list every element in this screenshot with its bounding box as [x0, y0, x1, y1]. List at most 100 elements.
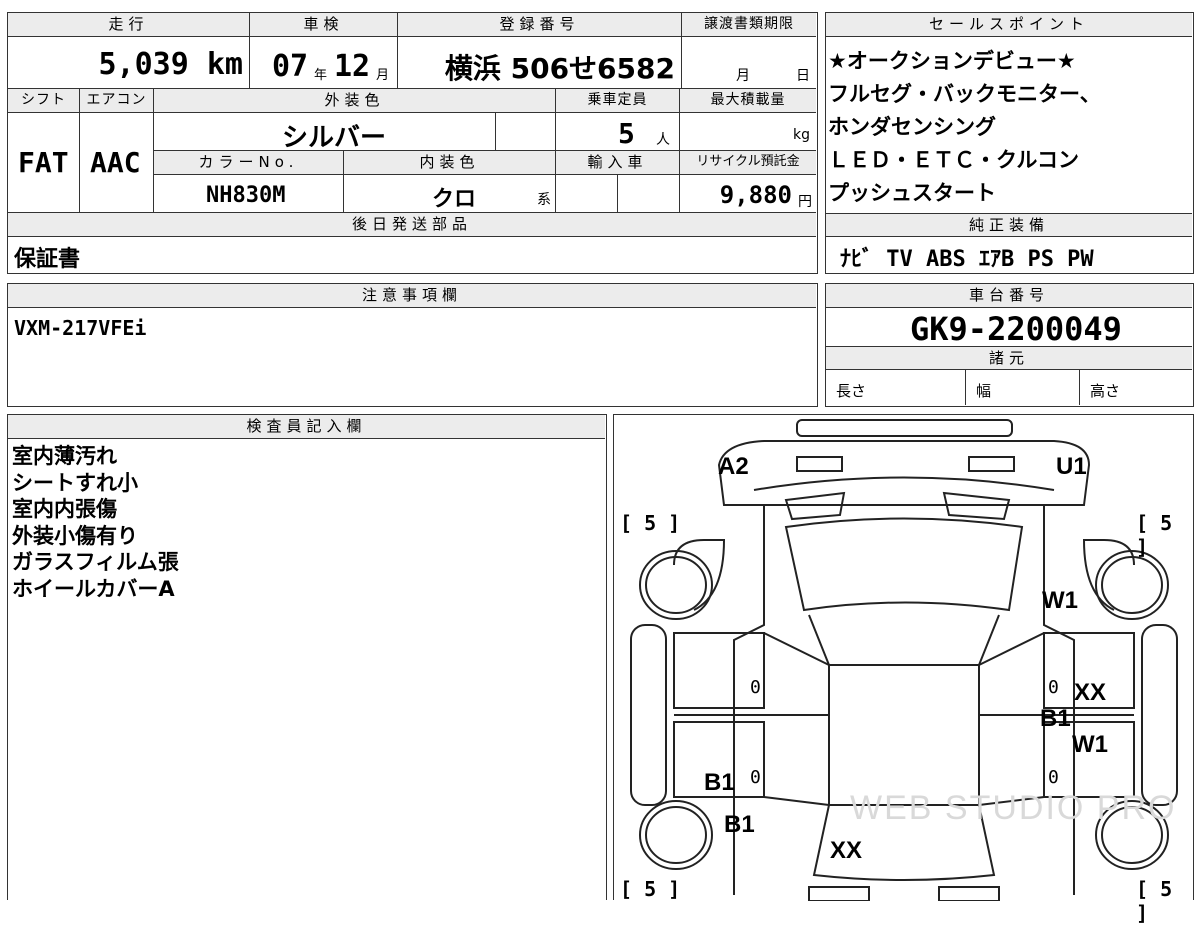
windshield	[784, 517, 1024, 612]
front-right-tire-inner	[1101, 556, 1163, 614]
zero-marker: 0	[750, 677, 761, 698]
spec-height-label: 高さ	[1090, 382, 1121, 400]
shaken-year: 07	[272, 49, 309, 84]
capacity-cell: 5 人	[556, 113, 680, 151]
mark-a2: A2	[718, 453, 749, 480]
mark-u1: U1	[1056, 453, 1087, 480]
zero-marker: 0	[750, 767, 761, 788]
spec-width-label: 幅	[976, 382, 992, 400]
car-diagram-box: [ 5 ] [ 5 ] [ 5 ] [ 5 ] A2 U1 W1 XX B1 W…	[613, 414, 1194, 925]
front-grille	[753, 476, 1055, 491]
left-c-pillar	[763, 796, 830, 806]
recycle-value: 9,880	[719, 181, 792, 209]
inspector-line: シートすれ小	[12, 470, 138, 495]
roof-panel	[828, 664, 980, 806]
right-side-sill	[1141, 624, 1178, 806]
shaken-cell: 07 年 12 月	[250, 37, 398, 89]
spec-width-cell: 幅	[966, 370, 1080, 405]
capacity-value: 5	[618, 117, 635, 150]
exterior-color-extra-cell	[496, 113, 556, 151]
mark-b1-left-b: B1	[724, 811, 755, 838]
mark-b1-left-a: B1	[704, 769, 735, 796]
notes-header: 注意事項欄	[8, 284, 816, 308]
watermark: WEB STUDIO PRO	[850, 789, 1177, 827]
aircon-value: AAC	[90, 146, 141, 179]
color-no-header: カラーNo.	[154, 151, 344, 175]
left-headlight	[796, 456, 843, 472]
mark-w1-upper: W1	[1042, 587, 1078, 614]
tire-label-rear-left: [ 5 ]	[620, 877, 681, 901]
mark-w1-right: W1	[1072, 731, 1108, 758]
zero-marker: 0	[1048, 767, 1059, 788]
max-load-header: 最大積載量	[680, 89, 816, 113]
rear-bumper-right	[938, 886, 1000, 901]
tire-label-front-right: [ 5 ]	[1136, 511, 1173, 559]
later-parts-value: 保証書	[14, 247, 81, 272]
max-load-unit: kg	[793, 127, 810, 143]
recycle-cell: 9,880 円	[680, 175, 816, 213]
later-parts-header: 後日発送部品	[8, 213, 816, 237]
chassis-header: 車台番号	[826, 284, 1192, 308]
spec-length-cell: 長さ	[826, 370, 966, 405]
interior-color-header: 内装色	[344, 151, 556, 175]
zero-marker: 0	[1048, 677, 1059, 698]
rear-bumper-left	[808, 886, 870, 901]
exterior-color-header: 外装色	[154, 89, 556, 113]
import-cell-b	[618, 175, 680, 213]
inspector-line: ホイールカバーA	[12, 576, 175, 601]
genuine-equipment-header: 純正装備	[826, 213, 1192, 237]
right-headlight	[968, 456, 1015, 472]
shift-header: シフト	[8, 89, 80, 113]
interior-color-cell: クロ 系	[344, 175, 556, 213]
registration-cell: 横浜 506せ6582	[398, 37, 682, 89]
inspector-box: 検査員記入欄 室内薄汚れ シートすれ小 室内内張傷 外装小傷有り ガラスフィルム…	[7, 414, 607, 900]
shaken-month-unit: 月	[376, 68, 390, 83]
sales-point-line: フルセグ・バックモニター、	[828, 82, 1101, 106]
front-left-tire	[639, 550, 713, 620]
sales-point-line: ホンダセンシング	[828, 115, 996, 139]
mileage-header: 走行	[8, 13, 250, 37]
tire-label-front-left: [ 5 ]	[620, 511, 681, 535]
front-bumper	[796, 419, 1013, 437]
notes-value: VXM-217VFEi	[14, 316, 147, 340]
inspector-header: 検査員記入欄	[8, 415, 605, 439]
interior-color-value: クロ	[432, 187, 477, 212]
interior-suffix: 系	[537, 192, 551, 208]
right-a-pillar	[978, 632, 1045, 666]
shift-cell: FAT	[8, 113, 80, 213]
capacity-unit: 人	[656, 132, 670, 148]
sales-points-header: セールスポイント	[826, 13, 1192, 37]
inspector-line: 室内薄汚れ	[12, 444, 117, 468]
registration-header: 登録番号	[398, 13, 682, 37]
mark-xx-rear: XX	[830, 837, 863, 864]
mileage-value: 5,039 km	[98, 47, 244, 82]
aircon-cell: AAC	[80, 113, 154, 213]
spec-height-cell: 高さ	[1080, 370, 1192, 405]
notes-box: 注意事項欄 VXM-217VFEi	[7, 283, 818, 407]
car-diagram	[630, 419, 1178, 901]
sales-point-line: ★オークションデビュー★	[828, 49, 1076, 73]
transfer-deadline-cell: 月 日	[682, 37, 816, 89]
rear-left-tire-inner	[645, 806, 707, 864]
inspector-notes: 室内薄汚れ シートすれ小 室内内張傷 外装小傷有り ガラスフィルム張 ホイールカ…	[12, 443, 179, 602]
exterior-color-cell: シルバー	[154, 113, 496, 153]
tire-label-rear-right: [ 5 ]	[1136, 877, 1173, 925]
import-cell-a	[556, 175, 618, 213]
shift-value: FAT	[18, 146, 69, 179]
shaken-header: 車検	[250, 13, 398, 37]
roof	[808, 614, 1000, 666]
chassis-box: 車台番号 GK9-2200049 諸元 長さ 幅 高さ	[825, 283, 1194, 407]
sales-points-box: セールスポイント ★オークションデビュー★ フルセグ・バックモニター、 ホンダセ…	[825, 12, 1194, 274]
shaken-month: 12	[334, 49, 371, 84]
spec-length-label: 長さ	[836, 382, 867, 400]
inspector-line: 外装小傷有り	[12, 523, 138, 548]
hood-outline	[717, 440, 1091, 506]
genuine-equipment-value: ﾅﾋﾞ TV ABS ｴｱB PS PW	[840, 247, 1094, 272]
exterior-color-value: シルバー	[282, 123, 387, 153]
deadline-month: 月	[736, 68, 750, 84]
sales-point-line: ＬＥＤ・ＥＴＣ・クルコン	[828, 148, 1079, 172]
body-outline-right	[1043, 505, 1075, 895]
rear-left-tire	[639, 800, 713, 870]
capacity-header: 乗車定員	[556, 89, 680, 113]
transfer-deadline-header: 譲渡書類期限	[682, 13, 816, 37]
